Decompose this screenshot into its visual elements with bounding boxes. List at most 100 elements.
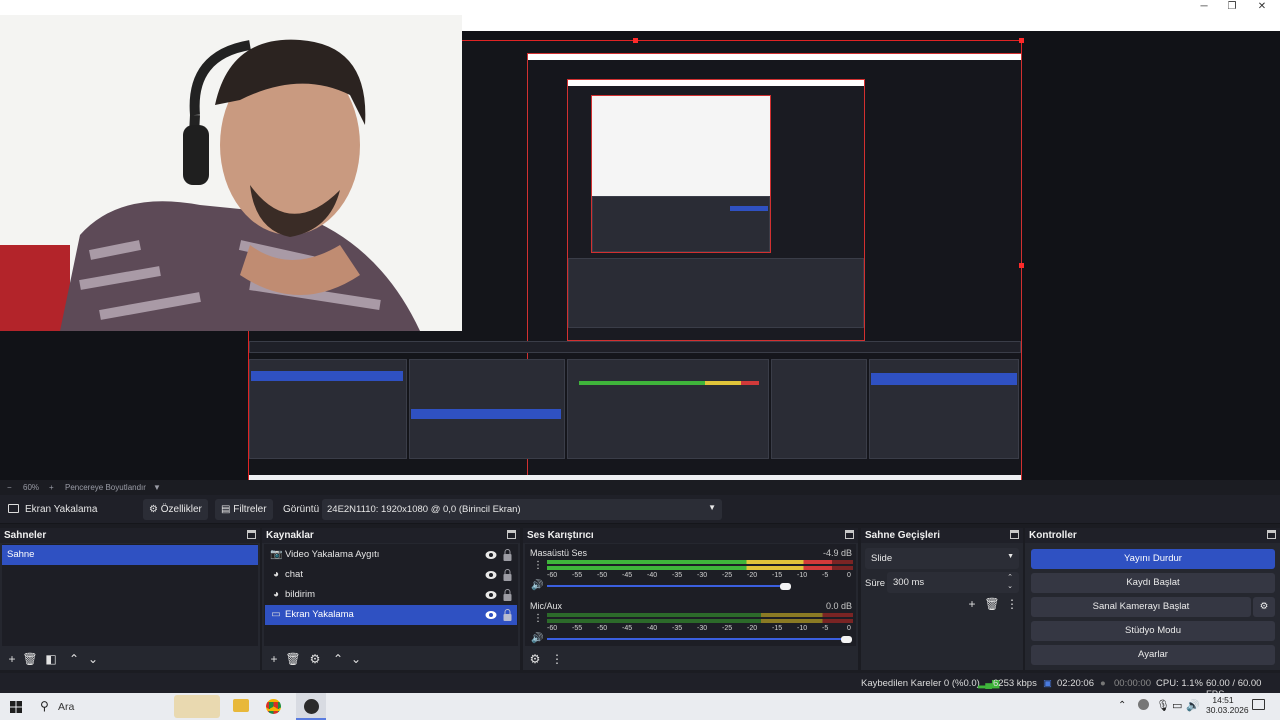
undock-icon[interactable] bbox=[247, 530, 256, 539]
kebab-menu-icon[interactable]: ⋮ bbox=[1004, 596, 1020, 612]
monitor-icon bbox=[8, 504, 19, 513]
webcam-source[interactable] bbox=[0, 15, 462, 331]
display-select[interactable]: 24E2N1110: 1920x1080 @ 0,0 (Birincil Ekr… bbox=[322, 499, 722, 520]
tray-app-icon[interactable] bbox=[1138, 699, 1149, 710]
scenes-title: Sahneler bbox=[0, 528, 260, 543]
scene-filters-icon[interactable]: ◧ bbox=[43, 651, 59, 667]
audio-settings-icon[interactable]: ⚙ bbox=[527, 651, 543, 667]
zoom-in-button[interactable]: + bbox=[49, 483, 54, 492]
move-down-icon[interactable]: ⌄ bbox=[85, 651, 101, 667]
search-highlight-image bbox=[174, 695, 220, 718]
undock-icon[interactable] bbox=[845, 530, 854, 539]
remove-source-icon[interactable]: 🗑 bbox=[285, 651, 301, 667]
minimize-button[interactable]: ─ bbox=[1190, 0, 1218, 15]
windows-start-icon[interactable] bbox=[10, 701, 22, 713]
meter-tick-label: 0 bbox=[847, 625, 851, 632]
filters-icon: ▤ bbox=[221, 504, 231, 515]
filters-button[interactable]: ▤ Filtreler bbox=[215, 499, 273, 520]
zoom-dropdown-icon[interactable]: ▼ bbox=[153, 483, 161, 492]
zoom-value: 60% bbox=[23, 483, 40, 492]
undock-icon[interactable] bbox=[1010, 530, 1019, 539]
zoom-bar: − 60% + Pencereye Boyutlandır ▼ bbox=[0, 480, 1280, 495]
microphone-icon[interactable]: 🎙 bbox=[1156, 699, 1170, 720]
spin-down-icon[interactable]: ⌄ bbox=[1007, 582, 1013, 590]
source-item[interactable]: ▭ Ekran Yakalama bbox=[265, 605, 517, 625]
source-item[interactable]: ◕ chat bbox=[265, 565, 517, 585]
speaker-icon[interactable]: 🔊 bbox=[531, 633, 543, 644]
stop-streaming-button[interactable]: Yayını Durdur bbox=[1031, 549, 1275, 569]
virtual-camera-settings-button[interactable]: ⚙ bbox=[1253, 597, 1275, 617]
meter-tick-label: -40 bbox=[647, 572, 658, 579]
move-up-icon[interactable]: ⌃ bbox=[330, 651, 346, 667]
add-transition-icon[interactable]: + bbox=[964, 596, 980, 612]
kebab-menu-icon[interactable]: ⋮ bbox=[533, 613, 543, 624]
volume-slider-knob[interactable] bbox=[841, 636, 852, 643]
spin-up-icon[interactable]: ⌃ bbox=[1007, 573, 1013, 581]
scene-item-sahne[interactable]: Sahne bbox=[2, 545, 258, 565]
kebab-menu-icon[interactable]: ⋮ bbox=[533, 560, 543, 571]
undock-icon[interactable] bbox=[1267, 530, 1276, 539]
volume-slider[interactable] bbox=[547, 585, 789, 587]
sources-footer: + 🗑 ⚙ ⌃ ⌄ bbox=[264, 648, 518, 670]
properties-button[interactable]: ⚙ Özellikler bbox=[143, 499, 208, 520]
clock[interactable]: 14:51 30.03.2026 bbox=[1206, 695, 1249, 720]
lock-icon[interactable] bbox=[503, 589, 512, 601]
file-explorer-icon[interactable] bbox=[233, 699, 249, 712]
peak-meter-track bbox=[547, 613, 853, 617]
visibility-eye-icon[interactable] bbox=[485, 590, 497, 600]
meter-tick-label: -5 bbox=[822, 572, 829, 579]
network-icon[interactable]: ▭ bbox=[1172, 699, 1182, 720]
gear-icon: ⚙ bbox=[1259, 601, 1269, 612]
visibility-eye-icon[interactable] bbox=[485, 550, 497, 560]
chrome-icon[interactable] bbox=[266, 699, 281, 714]
gear-icon: ⚙ bbox=[149, 504, 158, 515]
visibility-eye-icon[interactable] bbox=[485, 570, 497, 580]
search-placeholder: Ara bbox=[58, 701, 75, 713]
undock-icon[interactable] bbox=[507, 530, 516, 539]
close-button[interactable]: ✕ bbox=[1248, 0, 1276, 15]
filters-label: Filtreler bbox=[233, 504, 267, 515]
visibility-eye-icon[interactable] bbox=[485, 610, 497, 620]
source-label: chat bbox=[285, 569, 303, 580]
obs-taskbar-button[interactable] bbox=[296, 693, 326, 720]
volume-slider[interactable] bbox=[547, 638, 847, 640]
source-label: Ekran Yakalama bbox=[285, 609, 354, 620]
source-properties-icon[interactable]: ⚙ bbox=[307, 651, 323, 667]
lock-icon[interactable] bbox=[503, 549, 512, 561]
settings-button[interactable]: Ayarlar bbox=[1031, 645, 1275, 665]
transition-type-select[interactable]: Slide ▼ bbox=[865, 548, 1019, 569]
volume-icon[interactable]: 🔊 bbox=[1186, 699, 1200, 720]
preview-canvas[interactable] bbox=[0, 15, 1280, 492]
add-scene-icon[interactable]: + bbox=[4, 651, 20, 667]
scenes-dock: Sahneler Sahne + 🗑 ◧ ⌃ ⌄ bbox=[0, 528, 260, 670]
meter-tick-label: -45 bbox=[622, 572, 633, 579]
fit-to-window-label[interactable]: Pencereye Boyutlandır bbox=[65, 483, 146, 492]
volume-slider-knob[interactable] bbox=[780, 583, 791, 590]
add-source-icon[interactable]: + bbox=[266, 651, 282, 667]
restore-button[interactable]: ❐ bbox=[1218, 0, 1246, 15]
remove-scene-icon[interactable]: 🗑 bbox=[22, 651, 38, 667]
kebab-menu-icon[interactable]: ⋮ bbox=[549, 651, 565, 667]
meter-tick-label: -20 bbox=[747, 572, 758, 579]
remove-transition-icon[interactable]: 🗑 bbox=[984, 596, 1000, 612]
lock-icon[interactable] bbox=[503, 569, 512, 581]
move-down-icon[interactable]: ⌄ bbox=[348, 651, 364, 667]
zoom-out-button[interactable]: − bbox=[7, 483, 12, 492]
move-up-icon[interactable]: ⌃ bbox=[66, 651, 82, 667]
channel-name: Masaüstü Ses bbox=[530, 548, 588, 558]
webcam-image bbox=[0, 15, 462, 331]
duration-spinbox[interactable]: 300 ms ⌃ ⌄ bbox=[887, 572, 1019, 593]
speaker-icon[interactable]: 🔊 bbox=[531, 580, 543, 591]
transitions-dock: Sahne Geçişleri Slide ▼ Süre 300 ms ⌃ ⌄ … bbox=[861, 528, 1023, 670]
tray-chevron-icon[interactable]: ⌃ bbox=[1118, 700, 1126, 720]
notifications-icon[interactable] bbox=[1252, 699, 1265, 710]
studio-mode-button[interactable]: Stüdyo Modu bbox=[1031, 621, 1275, 641]
source-item[interactable]: ◕ bildirim bbox=[265, 585, 517, 605]
start-recording-button[interactable]: Kaydı Başlat bbox=[1031, 573, 1275, 593]
source-item[interactable]: 📷 Video Yakalama Aygıtı bbox=[265, 545, 517, 565]
peak-meter-level bbox=[547, 560, 832, 564]
mixer-title: Ses Karıştırıcı bbox=[523, 528, 858, 543]
start-virtual-camera-button[interactable]: Sanal Kamerayı Başlat bbox=[1031, 597, 1251, 617]
taskbar-search[interactable]: ⚲ Ara bbox=[32, 693, 222, 720]
lock-icon[interactable] bbox=[503, 609, 512, 621]
